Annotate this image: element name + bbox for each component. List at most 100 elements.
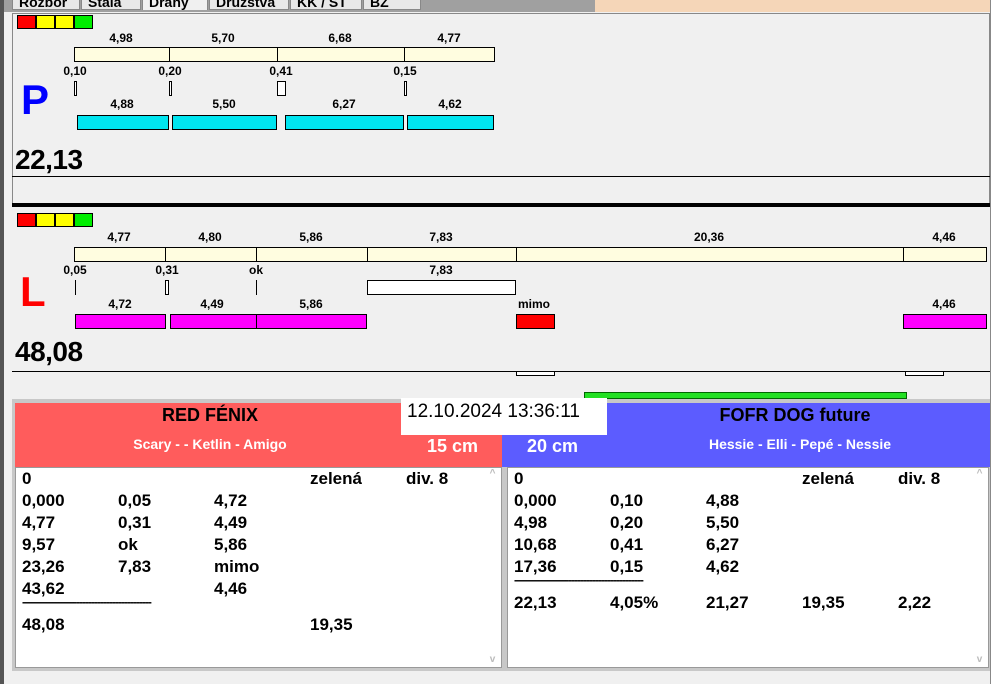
- tab-bz[interactable]: BZ: [363, 0, 421, 10]
- reference-time: 4,77: [437, 31, 461, 45]
- tab-kk-st[interactable]: KK / ST: [290, 0, 362, 10]
- list-summary: 21,27: [706, 593, 749, 612]
- reference-segment: [74, 47, 170, 62]
- list-header: div. 8: [406, 469, 449, 488]
- list-cell: 4,46: [214, 579, 248, 598]
- list-cell: 4,62: [706, 557, 740, 576]
- reference-segment: [256, 247, 368, 262]
- run-bar: [77, 115, 169, 130]
- reference-segment: [367, 247, 517, 262]
- scroll-up-icon[interactable]: ^: [484, 468, 501, 479]
- list-cell: 0,10: [610, 491, 644, 510]
- tab-druzstva[interactable]: Družstva: [209, 0, 289, 10]
- scroll-down-icon[interactable]: v: [971, 654, 988, 665]
- penalty-time: 0,20: [158, 64, 182, 78]
- list-cell: 0,41: [610, 535, 644, 554]
- run-bar: [256, 314, 367, 329]
- team-right-dogs: Hessie - Elli - Pepé - Nessie: [708, 436, 892, 452]
- penalty-time: 7,83: [429, 263, 453, 277]
- status-yellow-light: [55, 15, 74, 29]
- run-time: 4,46: [932, 297, 956, 311]
- penalty-time: 0,10: [63, 64, 87, 78]
- scroll-down-icon[interactable]: v: [484, 654, 501, 665]
- list-cell: 0,000: [22, 491, 65, 510]
- lane-p-panel: [12, 13, 990, 203]
- list-cell: ok: [118, 535, 138, 554]
- lane-p-total: 22,13: [15, 144, 83, 175]
- run-bar: [903, 314, 987, 329]
- divider: [12, 371, 990, 372]
- list-cell: 0,000: [514, 491, 557, 510]
- run-bar: [172, 115, 277, 130]
- penalty-mark: [75, 280, 76, 295]
- list-header: 0: [514, 469, 524, 488]
- list-cell: 9,57: [22, 535, 56, 554]
- penalty-mark: [165, 280, 169, 295]
- lane-letter-p: P: [21, 76, 50, 123]
- run-time: 4,88: [110, 97, 134, 111]
- list-cell: 7,83: [118, 557, 152, 576]
- tab-drahy[interactable]: Dráhy: [142, 0, 208, 10]
- run-bar: [170, 314, 257, 329]
- status-green-light: [74, 15, 93, 29]
- penalty-time: 0,05: [63, 263, 87, 277]
- reference-time: 20,36: [693, 230, 725, 244]
- team-right-name: FOFR DOG future: [719, 405, 871, 425]
- penalty-mark: [256, 280, 257, 295]
- team-right-list[interactable]: ^ v: [507, 467, 989, 668]
- reference-segment: [277, 47, 405, 62]
- reference-time: 4,77: [107, 230, 131, 244]
- marker: [905, 371, 944, 376]
- scrollbar[interactable]: ^ v: [484, 468, 501, 667]
- reference-segment: [169, 47, 278, 62]
- list-separator: ----------------------------------------…: [22, 595, 152, 609]
- reference-segment: [404, 47, 495, 62]
- status-red-light: [17, 213, 36, 227]
- team-right-height: 20 cm: [527, 436, 579, 456]
- reference-segment: [516, 247, 904, 262]
- reference-time: 4,98: [109, 31, 133, 45]
- reference-time: 7,83: [429, 230, 453, 244]
- status-yellow-light: [36, 213, 55, 227]
- list-header: zelená: [802, 469, 854, 488]
- penalty-mark: [367, 280, 516, 295]
- reference-time: 5,70: [211, 31, 235, 45]
- list-header: zelená: [310, 469, 362, 488]
- reference-time: 5,86: [299, 230, 323, 244]
- list-summary: 2,22: [898, 593, 932, 612]
- reference-segment: [903, 247, 987, 262]
- penalty-mark: [404, 81, 407, 96]
- run-time: 4,49: [200, 297, 224, 311]
- run-bar: [75, 314, 166, 329]
- list-cell: 4,72: [214, 491, 248, 510]
- penalty-mark: [169, 81, 172, 96]
- list-separator: ----------------------------------------…: [514, 573, 644, 587]
- run-time: 6,27: [332, 97, 356, 111]
- tab-stala[interactable]: Stala: [81, 0, 141, 10]
- lane-l-total: 48,08: [15, 336, 83, 367]
- status-yellow-light: [55, 213, 74, 227]
- status-green-light: [74, 213, 93, 227]
- penalty-time: 0,41: [269, 64, 293, 78]
- tab-rozbor[interactable]: Rozbor: [12, 0, 80, 10]
- run-bar: [407, 115, 494, 130]
- scrollbar[interactable]: ^ v: [971, 468, 988, 667]
- marker: [516, 371, 555, 376]
- penalty-time: 0,31: [155, 263, 179, 277]
- penalty-mark: [74, 81, 77, 96]
- list-summary: 19,35: [802, 593, 845, 612]
- list-summary: 22,13: [514, 593, 557, 612]
- list-cell: 23,26: [22, 557, 65, 576]
- scroll-up-icon[interactable]: ^: [971, 468, 988, 479]
- lane-letter-l: L: [20, 268, 46, 315]
- list-summary: 4,05%: [610, 593, 659, 612]
- divider: [12, 176, 990, 177]
- list-cell: 4,88: [706, 491, 740, 510]
- run-bar: [285, 115, 404, 130]
- list-cell: 5,50: [706, 513, 740, 532]
- list-cell: 0,31: [118, 513, 152, 532]
- datetime: 12.10.2024 13:36:11: [401, 398, 607, 435]
- status-yellow-light: [36, 15, 55, 29]
- reference-time: 6,68: [328, 31, 352, 45]
- list-cell: 6,27: [706, 535, 740, 554]
